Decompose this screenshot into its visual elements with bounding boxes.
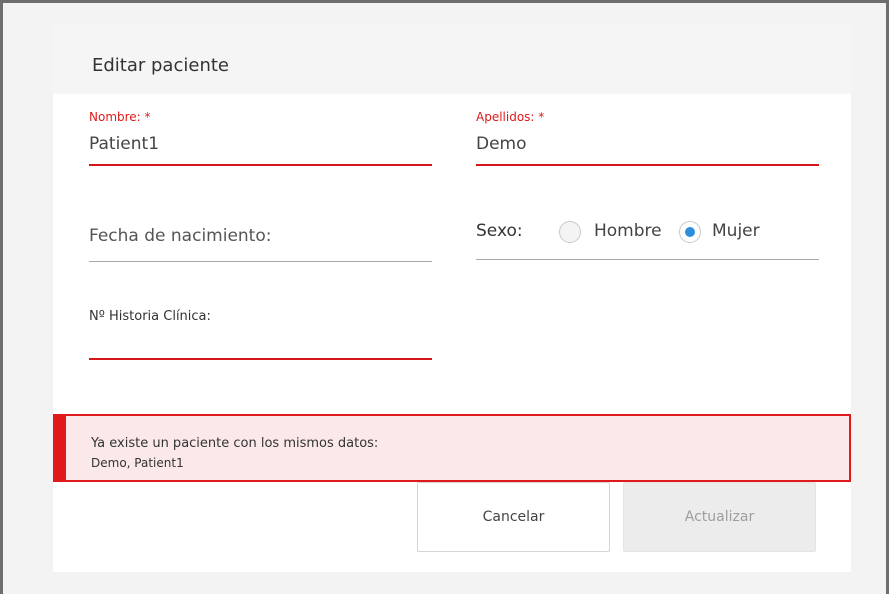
dialog-title: Editar paciente (92, 55, 229, 76)
apellidos-underline (476, 164, 819, 166)
duplicate-patient-alert: Ya existe un paciente con los mismos dat… (53, 414, 851, 482)
historia-clinica-label: Nº Historia Clínica: (89, 309, 211, 324)
alert-title: Ya existe un paciente con los mismos dat… (91, 436, 379, 451)
apellidos-input[interactable]: Demo (476, 134, 527, 154)
nombre-field[interactable]: Nombre: * Patient1 (89, 110, 432, 166)
nombre-underline (89, 164, 432, 166)
sexo-label: Sexo: (476, 221, 523, 241)
alert-accent-bar (55, 416, 66, 480)
fecha-nacimiento-underline (89, 261, 432, 262)
fecha-nacimiento-field[interactable]: Fecha de nacimiento: (89, 223, 432, 263)
apellidos-label: Apellidos: * (476, 110, 545, 124)
fecha-nacimiento-label: Fecha de nacimiento: (89, 226, 272, 246)
historia-clinica-field[interactable]: Nº Historia Clínica: (89, 309, 432, 361)
alert-detail: Demo, Patient1 (91, 456, 184, 470)
sexo-underline (476, 259, 819, 260)
apellidos-field[interactable]: Apellidos: * Demo (476, 110, 819, 166)
historia-clinica-underline (89, 358, 432, 360)
radio-mujer[interactable] (679, 221, 701, 243)
radio-mujer-label[interactable]: Mujer (712, 221, 760, 241)
nombre-label: Nombre: * (89, 110, 151, 124)
sexo-field: Sexo: Hombre Mujer (476, 221, 819, 261)
nombre-input[interactable]: Patient1 (89, 134, 159, 154)
radio-hombre[interactable] (559, 221, 581, 243)
dialog-header: Editar paciente (53, 23, 851, 94)
update-button[interactable]: Actualizar (623, 482, 816, 552)
cancel-button[interactable]: Cancelar (417, 482, 610, 552)
radio-hombre-label[interactable]: Hombre (594, 221, 662, 241)
